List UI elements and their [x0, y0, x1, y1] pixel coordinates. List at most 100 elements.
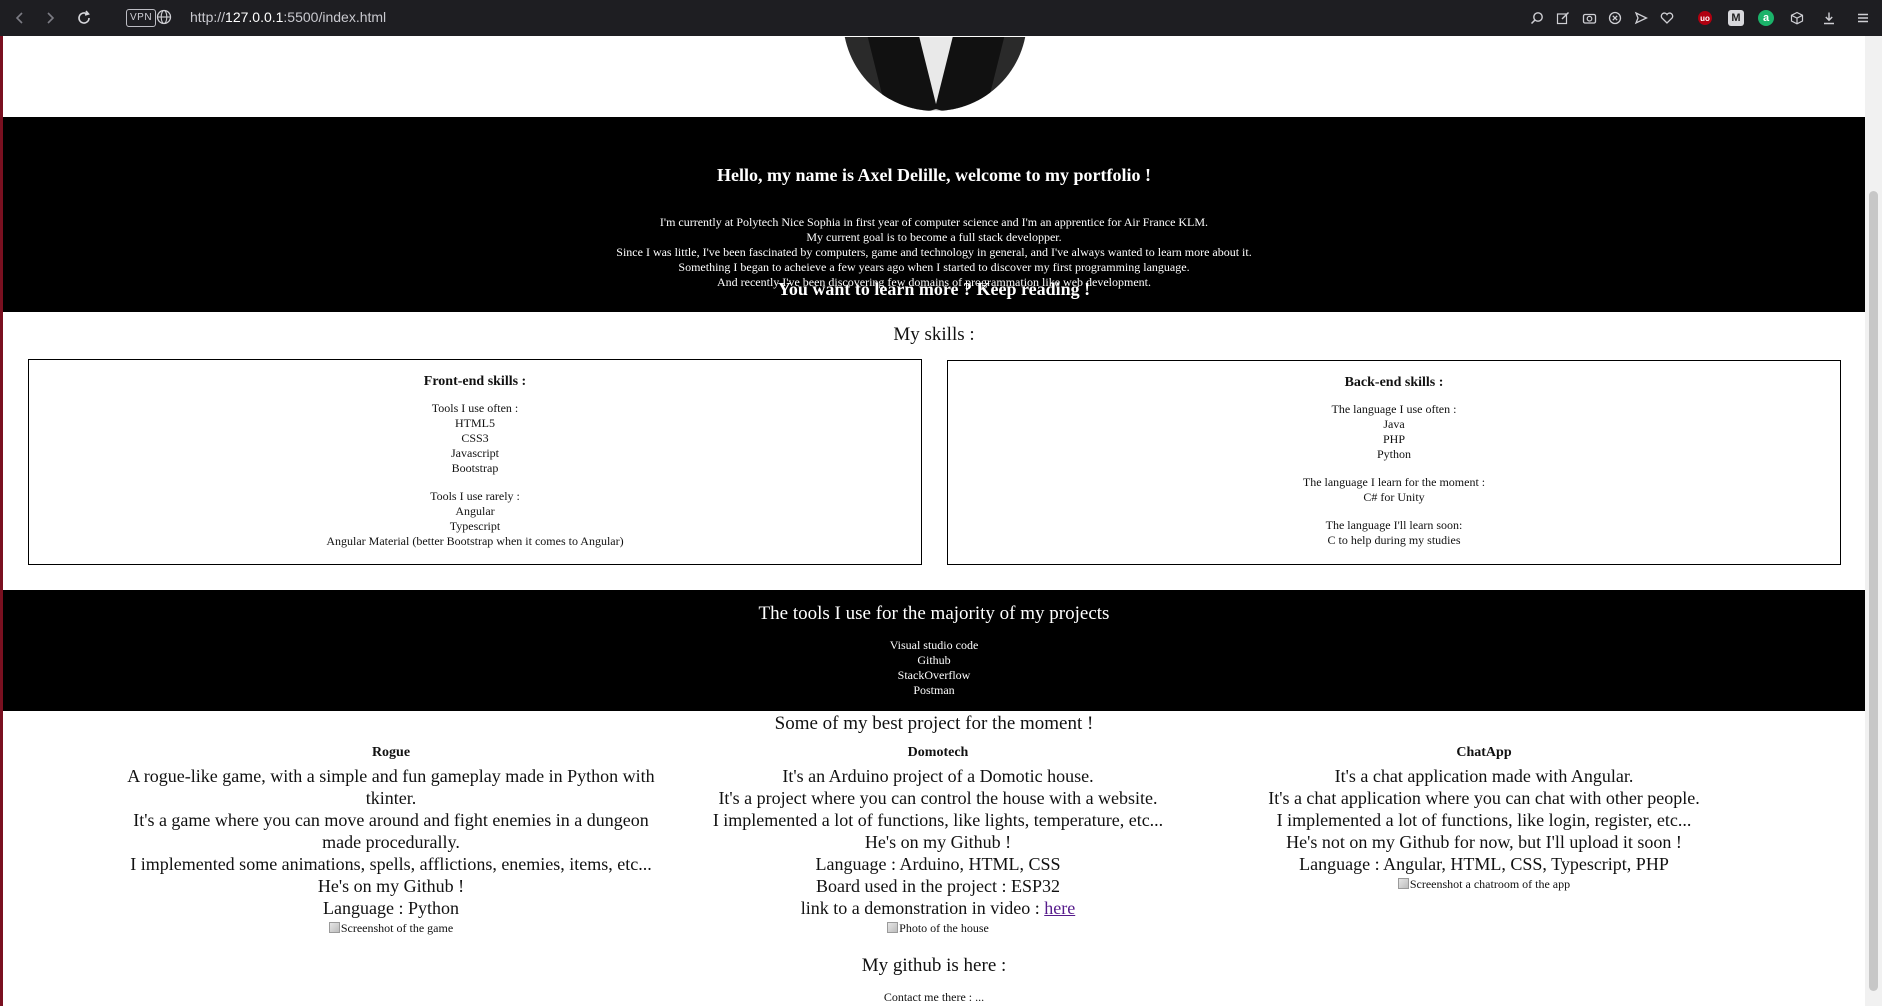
- reload-icon[interactable]: [72, 6, 96, 30]
- intro-line: Since I was little, I've been fascinated…: [616, 245, 1252, 259]
- skill-item: Angular: [455, 504, 495, 518]
- edit-icon[interactable]: [1552, 7, 1574, 29]
- skill-item: Angular Material (better Bootstrap when …: [326, 534, 624, 548]
- project-line: He's on my Github !: [864, 832, 1012, 852]
- project-line: He's not on my Github for now, but I'll …: [1286, 832, 1682, 852]
- back-learning-group: The language I learn for the moment : C#…: [948, 475, 1840, 505]
- project-line: I implemented a lot of functions, like l…: [712, 810, 1164, 830]
- project-line: It's an Arduino project of a Domotic hou…: [782, 766, 1094, 786]
- skill-item: Java: [1383, 417, 1405, 431]
- back-learning-label: The language I learn for the moment :: [1302, 475, 1486, 489]
- tool-item: Visual studio code: [889, 638, 979, 652]
- project-name: ChatApp: [1456, 745, 1512, 760]
- intro-line: I'm currently at Polytech Nice Sophia in…: [659, 215, 1209, 229]
- project-line: Board used in the project : ESP32: [816, 876, 1060, 896]
- back-end-skills-card: Back-end skills : The language I use oft…: [947, 360, 1841, 565]
- front-often-label: Tools I use often :: [431, 401, 519, 415]
- address-bar[interactable]: http://127.0.0.1:5500/index.html: [190, 8, 386, 26]
- front-end-title: Front-end skills :: [423, 374, 527, 389]
- vpn-badge[interactable]: VPN: [126, 9, 157, 27]
- video-line: link to a demonstration in video : here: [663, 897, 1213, 919]
- project-card-domotech: Domotech It's an Arduino project of a Do…: [663, 745, 1213, 936]
- skill-item: Bootstrap: [451, 461, 499, 475]
- back-end-title: Back-end skills :: [1344, 375, 1444, 390]
- front-often-group: Tools I use often : HTML5 CSS3 Javascrip…: [29, 401, 921, 476]
- tool-item: Postman: [913, 683, 955, 697]
- url-path: :5500/index.html: [283, 9, 387, 25]
- skill-item: Python: [1376, 447, 1411, 461]
- project-line: Language : Angular, HTML, CSS, Typescrip…: [1299, 854, 1669, 874]
- intro-section: Hello, my name is Axel Delille, welcome …: [3, 117, 1865, 312]
- globe-icon: [156, 9, 172, 25]
- project-description: It's an Arduino project of a Domotic hou…: [663, 765, 1213, 919]
- project-name: Domotech: [907, 745, 969, 760]
- project-line: It's a game where you can move around an…: [133, 810, 649, 852]
- tools-list: Visual studio code Github StackOverflow …: [3, 638, 1865, 698]
- project-description: It's a chat application made with Angula…: [1209, 765, 1759, 875]
- skill-item: HTML5: [455, 416, 495, 430]
- broken-image-game-screenshot: Screenshot of the game: [116, 921, 666, 936]
- project-line: It's a project where you can control the…: [718, 788, 1158, 808]
- intro-line: Something I began to acheieve a few year…: [678, 260, 1190, 274]
- page-viewport: Hello, my name is Axel Delille, welcome …: [3, 37, 1865, 1006]
- url-host: 127.0.0.1: [225, 9, 284, 25]
- download-icon[interactable]: [1818, 7, 1840, 29]
- tool-item: StackOverflow: [897, 668, 971, 682]
- project-line: He's on my Github !: [317, 876, 465, 896]
- skills-heading: My skills :: [893, 324, 975, 345]
- project-line: Language : Python: [323, 898, 459, 918]
- forward-icon[interactable]: [38, 6, 62, 30]
- contact-text: Contact me there : ...: [883, 990, 985, 1004]
- back-icon[interactable]: [8, 6, 32, 30]
- tool-item: Github: [917, 653, 951, 667]
- project-card-chatapp: ChatApp It's a chat application made wit…: [1209, 745, 1759, 892]
- skill-item: C# for Unity: [1363, 490, 1425, 504]
- project-line: A rogue-like game, with a simple and fun…: [127, 766, 655, 808]
- shield-icon[interactable]: [1604, 7, 1626, 29]
- front-rarely-label: Tools I use rarely :: [430, 489, 520, 503]
- back-soon-group: The language I'll learn soon: C to help …: [948, 518, 1840, 548]
- search-icon[interactable]: [1526, 7, 1548, 29]
- intro-line: My current goal is to become a full stac…: [806, 230, 1062, 244]
- project-line: I implemented some animations, spells, a…: [130, 854, 652, 874]
- front-end-skills-card: Front-end skills : Tools I use often : H…: [28, 359, 922, 565]
- scrollbar-thumb[interactable]: [1869, 191, 1878, 991]
- heart-icon[interactable]: [1656, 7, 1678, 29]
- camera-icon[interactable]: [1578, 7, 1600, 29]
- skill-item: CSS3: [461, 431, 489, 445]
- project-line: It's a chat application made with Angula…: [1334, 766, 1634, 786]
- tools-heading: The tools I use for the majority of my p…: [758, 603, 1110, 624]
- broken-image-chat-screenshot: Screenshot a chatroom of the app: [1209, 877, 1759, 892]
- skill-item: C to help during my studies: [1327, 533, 1461, 547]
- projects-heading: Some of my best project for the moment !: [774, 713, 1094, 734]
- menu-icon[interactable]: [1852, 7, 1874, 29]
- back-often-group: The language I use often : Java PHP Pyth…: [948, 402, 1840, 462]
- broken-image-house-photo: Photo of the house: [663, 921, 1213, 936]
- profile-photo: [843, 37, 1027, 111]
- project-line: Language : Arduino, HTML, CSS: [815, 854, 1061, 874]
- project-line: I implemented a lot of functions, like l…: [1276, 810, 1692, 830]
- skill-item: PHP: [1382, 432, 1405, 446]
- url-scheme: http://: [190, 9, 226, 25]
- send-icon[interactable]: [1630, 7, 1652, 29]
- video-link[interactable]: here: [1044, 898, 1075, 918]
- github-heading: My github is here :: [861, 955, 1007, 976]
- project-name: Rogue: [371, 745, 411, 760]
- project-card-rogue: Rogue A rogue-like game, with a simple a…: [116, 745, 666, 936]
- skill-item: Typescript: [449, 519, 501, 533]
- vertical-scrollbar[interactable]: [1865, 36, 1882, 1006]
- skill-item: Javascript: [451, 446, 499, 460]
- tools-section: The tools I use for the majority of my p…: [3, 590, 1865, 711]
- a-extension-icon[interactable]: a: [1758, 10, 1774, 26]
- front-rarely-group: Tools I use rarely : Angular Typescript …: [29, 489, 921, 549]
- intro-title: Hello, my name is Axel Delille, welcome …: [717, 165, 1151, 185]
- cube-icon[interactable]: [1786, 7, 1808, 29]
- ublock-icon[interactable]: uo: [1698, 11, 1712, 25]
- video-label: link to a demonstration in video :: [800, 898, 1045, 918]
- back-soon-label: The language I'll learn soon:: [1325, 518, 1463, 532]
- project-description: A rogue-like game, with a simple and fun…: [116, 765, 666, 919]
- intro-cta: You want to learn more ? Keep reading !: [777, 279, 1091, 299]
- project-line: It's a chat application where you can ch…: [1268, 788, 1700, 808]
- browser-toolbar: VPN http://127.0.0.1:5500/index.html uo …: [0, 0, 1882, 36]
- m-extension-icon[interactable]: M: [1728, 10, 1744, 26]
